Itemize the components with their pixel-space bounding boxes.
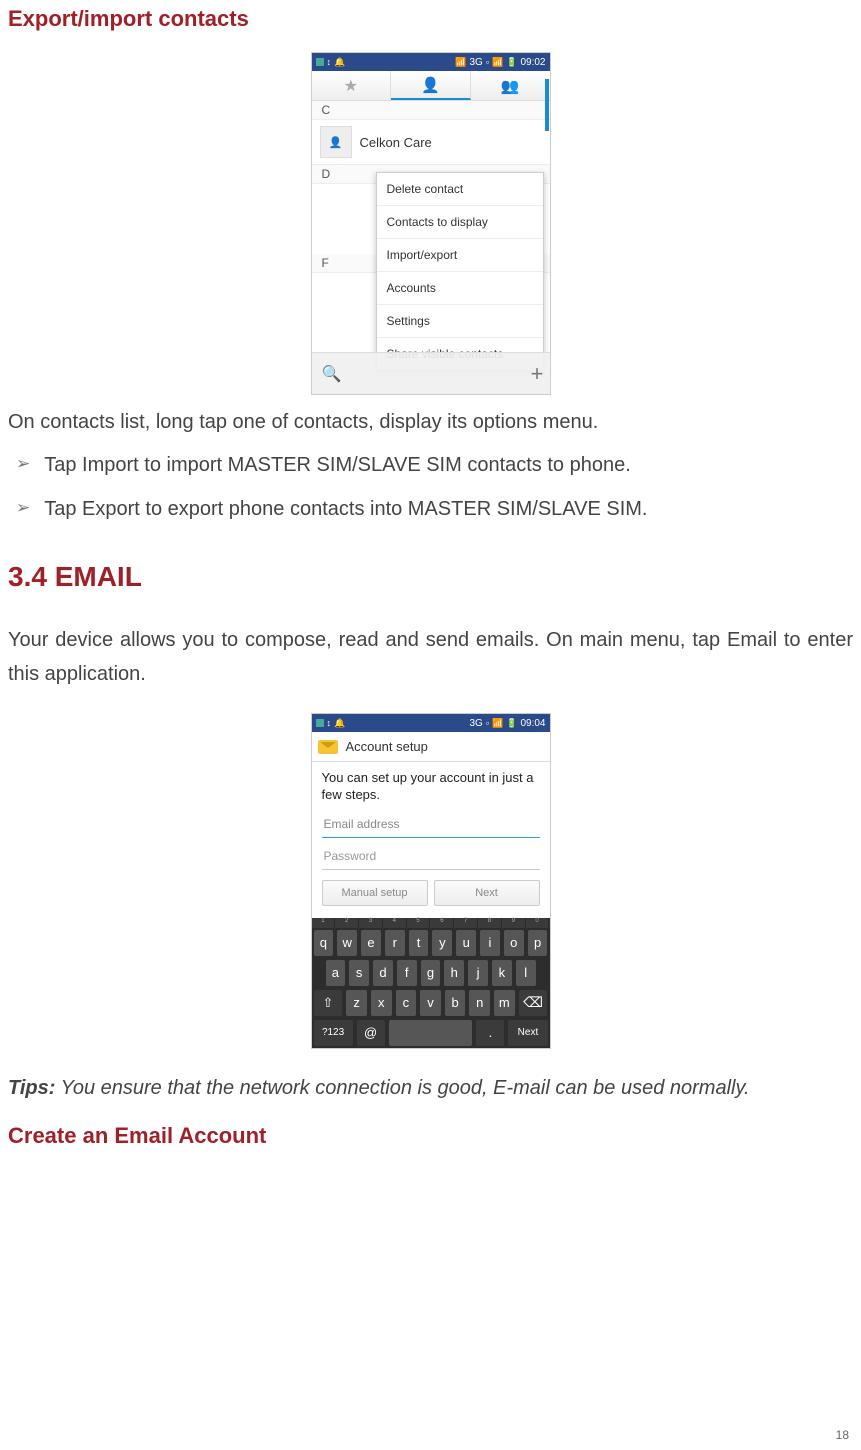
add-contact-button[interactable]: +: [531, 361, 544, 387]
key-v[interactable]: v: [420, 990, 441, 1016]
bullet-text: Tap Export to export phone contacts into…: [44, 493, 647, 525]
key-w[interactable]: w: [337, 930, 357, 956]
key-b[interactable]: b: [445, 990, 466, 1016]
keyboard: 1234567890 q w e r t y u i o p a s d f g…: [312, 918, 550, 1048]
bullet-item: ➢ Tap Import to import MASTER SIM/SLAVE …: [16, 449, 853, 481]
bottom-bar: 🔍 +: [312, 352, 550, 394]
status-bar: ↕🔔 📶 3G ▫📶🔋 09:02: [312, 53, 550, 71]
key-i[interactable]: i: [480, 930, 500, 956]
heading-email: 3.4 EMAIL: [8, 561, 853, 593]
key-h[interactable]: h: [444, 960, 464, 986]
tips-label: Tips:: [8, 1077, 55, 1099]
section-header-c: C: [312, 101, 550, 120]
menu-accounts[interactable]: Accounts: [377, 272, 543, 305]
screenshot-contacts: ↕🔔 📶 3G ▫📶🔋 09:02 ★ 👤 👥 C 👤 Celkon Care …: [311, 52, 551, 395]
contacts-tabs: ★ 👤 👥: [312, 71, 550, 101]
key-f[interactable]: f: [397, 960, 417, 986]
bullet-list: ➢ Tap Import to import MASTER SIM/SLAVE …: [16, 449, 853, 525]
key-a[interactable]: a: [326, 960, 346, 986]
tips-paragraph: Tips: You ensure that the network connec…: [8, 1071, 853, 1105]
status-3g-label: 3G: [469, 718, 482, 729]
key-r[interactable]: r: [385, 930, 405, 956]
group-icon: 👥: [501, 77, 520, 95]
key-y[interactable]: y: [432, 930, 452, 956]
bullet-icon: ➢: [16, 493, 30, 523]
keyboard-number-hints: 1234567890: [312, 918, 550, 928]
key-l[interactable]: l: [516, 960, 536, 986]
key-d[interactable]: d: [373, 960, 393, 986]
star-icon: ★: [344, 76, 358, 96]
bullet-item: ➢ Tap Export to export phone contacts in…: [16, 493, 853, 525]
status-time: 09:04: [520, 718, 545, 729]
tab-favorites[interactable]: ★: [312, 71, 392, 100]
key-j[interactable]: j: [468, 960, 488, 986]
bullet-icon: ➢: [16, 449, 30, 479]
heading-create-account: Create an Email Account: [8, 1123, 853, 1149]
account-setup-titlebar: Account setup: [312, 732, 550, 762]
key-shift[interactable]: ⇧: [314, 990, 343, 1016]
bullet-text: Tap Import to import MASTER SIM/SLAVE SI…: [44, 449, 631, 481]
key-e[interactable]: e: [361, 930, 381, 956]
screenshot-email-wrap: ↕🔔 3G ▫📶🔋 09:04 Account setup You can se…: [8, 713, 853, 1049]
page-number: 18: [836, 1428, 849, 1442]
key-c[interactable]: c: [396, 990, 417, 1016]
menu-contacts-to-display[interactable]: Contacts to display: [377, 206, 543, 239]
avatar-icon: 👤: [320, 126, 352, 158]
password-field[interactable]: Password: [322, 844, 540, 870]
key-o[interactable]: o: [504, 930, 524, 956]
key-dot[interactable]: .: [476, 1020, 504, 1046]
tab-groups[interactable]: 👥: [471, 71, 550, 100]
email-intro: Your device allows you to compose, read …: [8, 623, 853, 691]
contact-row[interactable]: 👤 Celkon Care: [312, 120, 550, 165]
keyboard-row4: ?123 @ . Next: [312, 1018, 550, 1048]
key-m[interactable]: m: [494, 990, 515, 1016]
key-at[interactable]: @: [357, 1020, 385, 1046]
screenshot-contacts-wrap: ↕🔔 📶 3G ▫📶🔋 09:02 ★ 👤 👥 C 👤 Celkon Care …: [8, 52, 853, 395]
contact-name: Celkon Care: [360, 135, 432, 150]
heading-export-import: Export/import contacts: [8, 6, 853, 32]
contacts-intro: On contacts list, long tap one of contac…: [8, 405, 853, 439]
email-field[interactable]: Email address: [322, 812, 540, 838]
key-s[interactable]: s: [349, 960, 369, 986]
key-space[interactable]: [389, 1020, 473, 1046]
key-x[interactable]: x: [371, 990, 392, 1016]
keyboard-row3: ⇧ z x c v b n m ⌫: [312, 988, 550, 1018]
manual-setup-button[interactable]: Manual setup: [322, 880, 428, 906]
keyboard-row2: a s d f g h j k l: [312, 958, 550, 988]
key-z[interactable]: z: [346, 990, 367, 1016]
mail-icon: [318, 740, 338, 754]
menu-delete-contact[interactable]: Delete contact: [377, 173, 543, 206]
key-q[interactable]: q: [314, 930, 334, 956]
screenshot-email-setup: ↕🔔 3G ▫📶🔋 09:04 Account setup You can se…: [311, 713, 551, 1049]
key-k[interactable]: k: [492, 960, 512, 986]
context-menu: Delete contact Contacts to display Impor…: [376, 172, 544, 371]
setup-message: You can set up your account in just a fe…: [322, 770, 540, 804]
menu-import-export[interactable]: Import/export: [377, 239, 543, 272]
key-n[interactable]: n: [469, 990, 490, 1016]
tips-body: You ensure that the network connection i…: [55, 1077, 749, 1099]
key-backspace[interactable]: ⌫: [519, 990, 548, 1016]
person-icon: 👤: [421, 76, 440, 94]
status-time: 09:02: [520, 57, 545, 68]
menu-settings[interactable]: Settings: [377, 305, 543, 338]
status-3g-label: 3G: [469, 57, 482, 68]
key-p[interactable]: p: [528, 930, 548, 956]
tab-contacts[interactable]: 👤: [391, 71, 471, 100]
next-button[interactable]: Next: [434, 880, 540, 906]
account-setup-title: Account setup: [346, 739, 428, 754]
status-bar: ↕🔔 3G ▫📶🔋 09:04: [312, 714, 550, 732]
key-g[interactable]: g: [421, 960, 441, 986]
keyboard-row1: q w e r t y u i o p: [312, 928, 550, 958]
key-t[interactable]: t: [409, 930, 429, 956]
key-u[interactable]: u: [456, 930, 476, 956]
key-symbols[interactable]: ?123: [314, 1020, 353, 1046]
key-next[interactable]: Next: [508, 1020, 547, 1046]
search-icon[interactable]: 🔍: [322, 364, 342, 384]
